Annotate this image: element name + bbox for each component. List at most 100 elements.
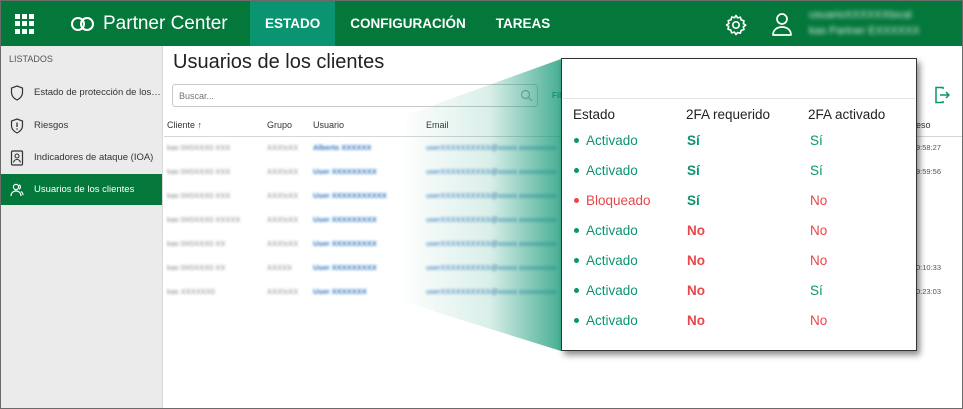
nav-tab-tareas[interactable]: TAREAS <box>481 1 566 46</box>
cell-client: kas XXXXXX0 <box>167 287 215 296</box>
cell-user[interactable]: User XXXXXXXXX <box>313 215 377 224</box>
2fa-required-value: No <box>687 223 705 238</box>
cell-email[interactable]: userXXXXXXXXXX@xxxxx.xxxxxxxxxx <box>426 191 557 200</box>
page-title: Usuarios de los clientes <box>173 51 385 73</box>
cell-last-access: 9:59:56 <box>916 167 942 176</box>
cell-email[interactable]: userXXXXXXXXXX@xxxxx.xxxxxxxxxx <box>426 287 557 296</box>
cell-user[interactable]: Alberto XXXXXX <box>313 143 371 152</box>
2fa-enabled-value: Sí <box>810 133 823 148</box>
column-header-client[interactable]: Cliente ↑ <box>167 120 202 130</box>
search-box <box>172 84 538 107</box>
cell-user[interactable]: User XXXXXXXXXXX <box>313 191 387 200</box>
app-window: Partner Center ESTADO CONFIGURACIÓN TARE… <box>0 0 963 409</box>
account-info[interactable]: usuarioXXXXXXlocal kas Partner EXXXXXX <box>809 7 959 39</box>
zoom-row: Activado No No <box>562 217 916 247</box>
2fa-enabled-value: No <box>810 253 828 268</box>
2fa-enabled-value: Sí <box>810 163 823 178</box>
status-dot <box>574 318 579 323</box>
zoom-row: Activado Sí Sí <box>562 157 916 187</box>
zoom-header-2fa-activado[interactable]: 2FA activado <box>808 107 885 122</box>
status-dot <box>574 228 579 233</box>
cell-group: XXXXX <box>267 263 293 272</box>
filters-link[interactable]: Fil <box>552 91 561 100</box>
2fa-enabled-value: Sí <box>810 283 823 298</box>
2fa-required-value: Sí <box>687 193 700 208</box>
2fa-enabled-value: No <box>810 313 828 328</box>
cell-client: kas 0X0XXX0 XX <box>167 263 226 272</box>
cell-client: kas 0X0XXX0 XXX <box>167 143 231 152</box>
sidebar-heading: LISTADOS <box>9 54 53 64</box>
status-text: Activado <box>586 313 638 328</box>
cell-email[interactable]: userXXXXXXXXXX@xxxxx.xxxxxxxxxx <box>426 167 557 176</box>
2fa-required-value: No <box>687 283 705 298</box>
cell-last-access: 9:58:27 <box>916 143 942 152</box>
zoom-header-estado[interactable]: Estado <box>573 107 615 122</box>
cell-user[interactable]: User XXXXXXXXX <box>313 263 377 272</box>
cell-group: XXX\nXX <box>267 215 299 224</box>
status-dot <box>574 198 579 203</box>
2fa-required-value: Sí <box>687 163 700 178</box>
sidebar-item-label: Indicadores de ataque (IOA) <box>34 152 154 163</box>
cell-client: kas 0X0XXX0 XXXXX <box>167 215 241 224</box>
user-icon[interactable] <box>771 12 793 36</box>
zoom-header-2fa-requerido[interactable]: 2FA requerido <box>686 107 770 122</box>
sidebar-item-riesgos[interactable]: Riesgos <box>1 110 162 141</box>
column-header-last-access[interactable]: eso <box>916 120 931 130</box>
status-text: Activado <box>586 163 638 178</box>
brand-name: Partner Center <box>103 13 228 34</box>
cell-group: XXX\nXX <box>267 143 299 152</box>
zoom-row: Activado No Sí <box>562 277 916 307</box>
2fa-required-value: No <box>687 253 705 268</box>
account-company: kas Partner EXXXXXX <box>809 25 920 37</box>
brand-logo[interactable]: Partner Center <box>71 13 228 35</box>
column-header-user[interactable]: Usuario <box>313 120 344 130</box>
cell-email[interactable]: userXXXXXXXXXX@xxxxx.xxxxxxxxxx <box>426 143 557 152</box>
sidebar-item-proteccion[interactable]: Estado de protección de los clie... <box>1 77 162 108</box>
sidebar: LISTADOS Estado de protección de los cli… <box>1 46 163 408</box>
cell-last-access: 0:23:03 <box>916 287 942 296</box>
status-dot <box>574 168 579 173</box>
partner-rings-icon <box>71 16 97 32</box>
status-text: Activado <box>586 133 638 148</box>
gear-icon[interactable] <box>724 13 748 37</box>
sidebar-item-usuarios[interactable]: Usuarios de los clientes <box>1 174 162 205</box>
account-email: usuarioXXXXXXlocal <box>809 9 912 21</box>
cell-user[interactable]: User XXXXXXX <box>313 287 367 296</box>
status-text: Activado <box>586 223 638 238</box>
sidebar-item-ioa[interactable]: Indicadores de ataque (IOA) <box>1 142 162 173</box>
column-header-group[interactable]: Grupo <box>267 120 292 130</box>
shield-icon <box>10 84 24 101</box>
sidebar-item-label: Riesgos <box>34 120 69 131</box>
users-icon <box>10 183 24 196</box>
cell-group: XXX\nXX <box>267 167 299 176</box>
status-dot <box>574 258 579 263</box>
cell-client: kas 0X0XXX0 XX <box>167 239 226 248</box>
zoom-row: Activado Sí Sí <box>562 127 916 157</box>
apps-grid-icon[interactable] <box>15 14 35 34</box>
cell-email[interactable]: userXXXXXXXXXX@xxxxx.xxxxxxxxxx <box>426 239 557 248</box>
cell-group: XXX\nXX <box>267 287 299 296</box>
cell-email[interactable]: userXXXXXXXXXX@xxxxx.xxxxxxxxxx <box>426 263 557 272</box>
cell-client: kas 0X0XXX0 XXX <box>167 167 231 176</box>
2fa-enabled-value: No <box>810 223 828 238</box>
status-text: Bloqueado <box>586 193 651 208</box>
cell-group: XXX\nXX <box>267 239 299 248</box>
zoom-callout: Estado 2FA requerido 2FA activado Activa… <box>561 58 917 351</box>
cell-group: XXX\nXX <box>267 191 299 200</box>
nav-tab-estado[interactable]: ESTADO <box>250 1 336 46</box>
search-input[interactable] <box>179 89 509 103</box>
sidebar-item-label: Usuarios de los clientes <box>34 184 135 195</box>
shield-alert-icon <box>10 117 24 134</box>
nav-tab-configuracion[interactable]: CONFIGURACIÓN <box>335 1 481 46</box>
column-header-email[interactable]: Email <box>426 120 449 130</box>
status-dot <box>574 138 579 143</box>
status-text: Activado <box>586 283 638 298</box>
cell-user[interactable]: User XXXXXXXXX <box>313 167 377 176</box>
cell-user[interactable]: User XXXXXXXXX <box>313 239 377 248</box>
export-icon[interactable] <box>934 86 950 104</box>
search-icon[interactable] <box>520 89 533 102</box>
zoom-row: Bloqueado Sí No <box>562 187 916 217</box>
top-navigation-bar: Partner Center ESTADO CONFIGURACIÓN TARE… <box>1 1 962 46</box>
main-nav: ESTADO CONFIGURACIÓN TAREAS <box>250 1 565 46</box>
cell-email[interactable]: userXXXXXXXXXX@xxxxx.xxxxxxxxxx <box>426 215 557 224</box>
